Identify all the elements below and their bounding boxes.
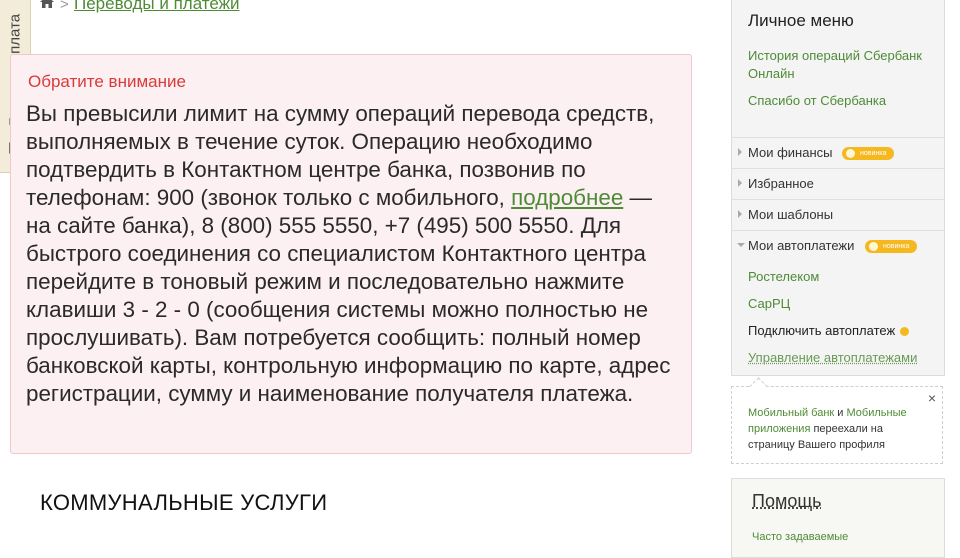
mobile-bank-link[interactable]: Мобильный банк xyxy=(748,407,834,419)
menu-item-label: Избранное xyxy=(748,176,814,191)
profile-notice: × Мобильный банк и Мобильные приложения … xyxy=(731,377,943,464)
menu-item-label: Мои автоплатежи xyxy=(748,238,855,253)
menu-item-label: Мои шаблоны xyxy=(748,207,834,222)
details-link[interactable]: подробнее xyxy=(511,185,623,210)
connect-autopay-link[interactable]: Подключить автоплатеж xyxy=(748,323,895,338)
menu-item-label: Мои финансы xyxy=(748,145,833,160)
spasibo-link[interactable]: Спасибо от Сбербанка xyxy=(748,92,938,110)
warning-title: Обратите внимание xyxy=(28,72,186,91)
faq-link[interactable]: Часто задаваемые xyxy=(752,531,848,543)
chevron-right-icon xyxy=(738,179,742,187)
warning-box: Обратите внимание Вы превысили лимит на … xyxy=(10,54,692,454)
operations-history-link[interactable]: История операций Сбербанк Онлайн xyxy=(748,47,938,83)
breadcrumb-separator: > xyxy=(60,0,69,13)
personal-menu-links: История операций Сбербанк Онлайн Спасибо… xyxy=(748,47,938,119)
chevron-down-icon xyxy=(737,243,745,247)
breadcrumb-link-transfers[interactable]: Переводы и платежи xyxy=(74,0,240,14)
notice-pointer xyxy=(749,377,768,396)
sun-icon xyxy=(900,327,910,337)
connect-autopay-row: Подключить автоплатеж xyxy=(748,323,938,338)
new-badge: новинка xyxy=(842,147,895,160)
chevron-right-icon xyxy=(738,210,742,218)
badge-sun-icon xyxy=(869,242,878,251)
manage-autopay-link[interactable]: Управление автоплатежами xyxy=(748,350,938,365)
section-heading-utilities: КОММУНАЛЬНЫЕ УСЛУГИ xyxy=(40,490,328,515)
warning-text-part-2: — на сайте банка), 8 (800) 555 5550, +7 … xyxy=(26,185,671,406)
home-icon[interactable] xyxy=(40,0,54,8)
new-badge: новинка xyxy=(865,240,918,253)
help-title-link[interactable]: Помощь xyxy=(752,491,822,512)
menu-item-templates[interactable]: Мои шаблоны xyxy=(732,199,944,229)
menu-item-favorites[interactable]: Избранное xyxy=(732,168,944,198)
personal-menu: Личное меню История операций Сбербанк Он… xyxy=(731,0,945,376)
close-icon[interactable]: × xyxy=(928,390,936,406)
chevron-right-icon xyxy=(738,148,742,156)
menu-item-autopayments[interactable]: Мои автоплатежи новинка xyxy=(732,230,944,260)
autopay-sarrc-link[interactable]: СарРЦ xyxy=(748,296,938,311)
badge-sun-icon xyxy=(846,149,855,158)
personal-menu-title: Личное меню xyxy=(748,11,854,30)
autopay-rostelecom-link[interactable]: Ростелеком xyxy=(748,269,938,284)
help-panel: Помощь Часто задаваемые xyxy=(731,478,945,558)
menu-item-my-finances[interactable]: Мои финансы новинка xyxy=(732,137,944,167)
notice-text: Мобильный банк и Мобильные приложения пе… xyxy=(748,407,907,451)
warning-message: Вы превысили лимит на сумму операций пер… xyxy=(26,100,676,408)
